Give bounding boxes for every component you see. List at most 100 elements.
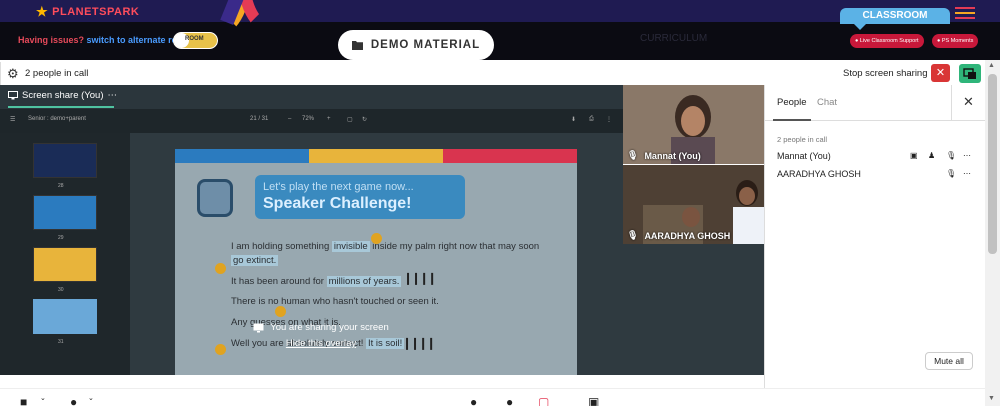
pdf-page-indicator[interactable]: 21 / 31 [250,116,268,122]
pdf-thumbnail-selected[interactable] [33,299,97,334]
pdf-more-icon[interactable]: ⋮ [606,116,612,123]
pdf-toolbar: ☰ Senior : demo+parent 21 / 31 – 72% + ▢… [0,109,623,133]
bottom-controls: ■ ⌄ ● ⌄ ● ● ▢ ▣ [0,388,985,406]
people-icon[interactable]: ● [470,395,477,406]
participant-name-row: 🎙 AARADHYA GHOSH [627,230,730,241]
zoom-in-icon[interactable]: + [327,116,331,122]
zoom-out-icon[interactable]: – [288,116,291,122]
scroll-down-icon[interactable]: ▼ [988,395,995,402]
present-icon: ▣ [910,151,918,160]
active-tab-underline [8,106,114,108]
mic-icon[interactable]: 🎙 [946,169,956,178]
slide-line-1: I am holding something invisible inside … [231,241,539,252]
demo-material-label: DEMO MATERIAL [370,39,481,51]
line1-pre: I am holding something [231,241,332,252]
overlay-title-row: You are sharing your screen [246,322,396,333]
share-tab-label: Screen share (You) [22,90,104,101]
share-tab[interactable]: Screen share (You) ⋯ [8,90,117,101]
app-root: ★ PLANETSPARK Having issues? switch to a… [0,0,1000,406]
stop-present-icon[interactable]: ▢ [538,395,549,406]
pdf-zoom-level[interactable]: 72% [302,116,314,122]
pdf-title: Senior : demo+parent [28,116,86,122]
emoji-icon [215,344,226,355]
more-options-icon[interactable]: ⋯ [963,151,971,160]
live-support-button[interactable]: ● Live Classroom Support [850,34,924,48]
planetspark-logo[interactable]: ★ PLANETSPARK [36,4,139,20]
panel-tabs: People Chat ✕ [765,85,986,121]
camera-icon[interactable]: ■ [20,395,27,406]
people-count: 2 people in call [25,68,89,79]
chat-icon[interactable]: ● [506,395,513,406]
issue-text: Having issues? [18,35,85,45]
tab-people[interactable]: People [777,97,807,108]
call-toolbar: ⚙ 2 people in call Stop screen sharing ✕ [0,62,985,85]
hide-overlay-link[interactable]: Hide this overlay [246,338,396,349]
screen-share-view: Screen share (You) ⋯ ☰ Senior : demo+par… [0,85,623,375]
participant-row[interactable]: Mannat (You) ▣ ♟ 🎙 ⋯ [777,151,982,165]
emoji-icon [215,263,226,274]
tab-chat[interactable]: Chat [817,97,837,108]
line2-pre: It has been around for [231,276,327,287]
thumbnail-number: 29 [58,235,64,241]
stop-sharing-label: Stop screen sharing [843,68,928,79]
hamburger-menu-icon[interactable] [955,7,975,22]
scroll-up-icon[interactable]: ▲ [988,62,995,69]
present-icon [8,91,18,100]
more-options-icon[interactable]: ⋯ [963,169,971,178]
curriculum-tab[interactable]: CURRICULUM [640,33,707,44]
participant-tile[interactable]: 🎙 AARADHYA GHOSH [623,165,764,244]
line1-post: inside my palm right now that may soon [369,241,540,252]
pin-icon[interactable]: ♟ [928,151,935,160]
thumbnail-number: 28 [58,183,64,189]
activities-icon[interactable]: ▣ [588,395,599,406]
slide-band-blue [175,149,309,163]
sharing-overlay: You are sharing your screen Hide this ov… [246,322,396,349]
mic-icon[interactable]: 🎙 [946,151,956,160]
fit-page-icon[interactable]: ▢ [347,116,353,123]
app-banner: ★ PLANETSPARK Having issues? switch to a… [0,0,1000,60]
close-panel-icon[interactable]: ✕ [963,94,974,110]
audio-wave-icon: ❙❙❙❙ [403,271,437,285]
live-support-label: Live Classroom Support [859,38,919,44]
participant-tile[interactable]: 🎙 Mannat (You) [623,85,764,164]
slide-line-1b: go extinct. [231,255,279,266]
mic-icon[interactable]: ● [70,395,77,406]
participant-name: AARADHYA GHOSH [777,169,861,179]
mic-icon: 🎙 [627,150,639,160]
print-icon[interactable]: ⎙ [589,116,594,123]
line1b-highlight: go extinct. [231,255,279,266]
rotate-icon[interactable]: ↻ [362,116,367,123]
emoji-icon [371,233,382,244]
participant-row[interactable]: AARADHYA GHOSH 🎙 ⋯ [777,169,982,183]
pdf-thumbnail[interactable] [33,247,97,282]
people-panel: People Chat ✕ 2 people in call Mannat (Y… [764,85,986,388]
slide-band-yellow [309,149,443,163]
robot-illustration [197,179,233,217]
line2-highlight: millions of years. [326,276,402,287]
ps-moments-label: PS Moments [941,38,974,44]
pdf-thumbnail[interactable] [33,143,97,178]
thumbnail-number: 31 [58,339,64,345]
download-icon[interactable]: ⬇ [571,116,576,123]
mute-all-button[interactable]: Mute all [925,352,973,370]
gear-icon[interactable]: ⚙ [7,66,19,82]
ps-moments-button[interactable]: ● PS Moments [932,34,979,48]
page-scrollbar[interactable]: ▲ ▼ [985,60,1000,406]
participant-name: Mannat (You) [777,151,831,161]
screen-share-toggle-button[interactable] [959,64,981,83]
pdf-thumbnail[interactable] [33,195,97,230]
toggle-label: ROOM [185,36,204,42]
chevron-down-icon[interactable]: ⌄ [88,394,94,402]
stop-sharing-button[interactable]: ✕ [931,64,950,82]
pdf-thumbnail-sidebar: 28 29 30 31 [0,133,130,375]
logo-text: PLANETSPARK [52,6,140,18]
demo-material-button[interactable]: DEMO MATERIAL [338,30,494,60]
pdf-menu-icon[interactable]: ☰ [10,116,15,123]
classroom-tab[interactable]: CLASSROOM [840,8,950,30]
room-toggle[interactable]: ROOM [173,32,218,49]
issue-notice: Having issues? switch to alternate room [18,35,191,45]
scrollbar-thumb[interactable] [988,74,997,254]
chevron-down-icon[interactable]: ⌄ [40,394,46,402]
close-icon: ✕ [935,67,946,79]
more-options-icon[interactable]: ⋯ [108,90,118,101]
